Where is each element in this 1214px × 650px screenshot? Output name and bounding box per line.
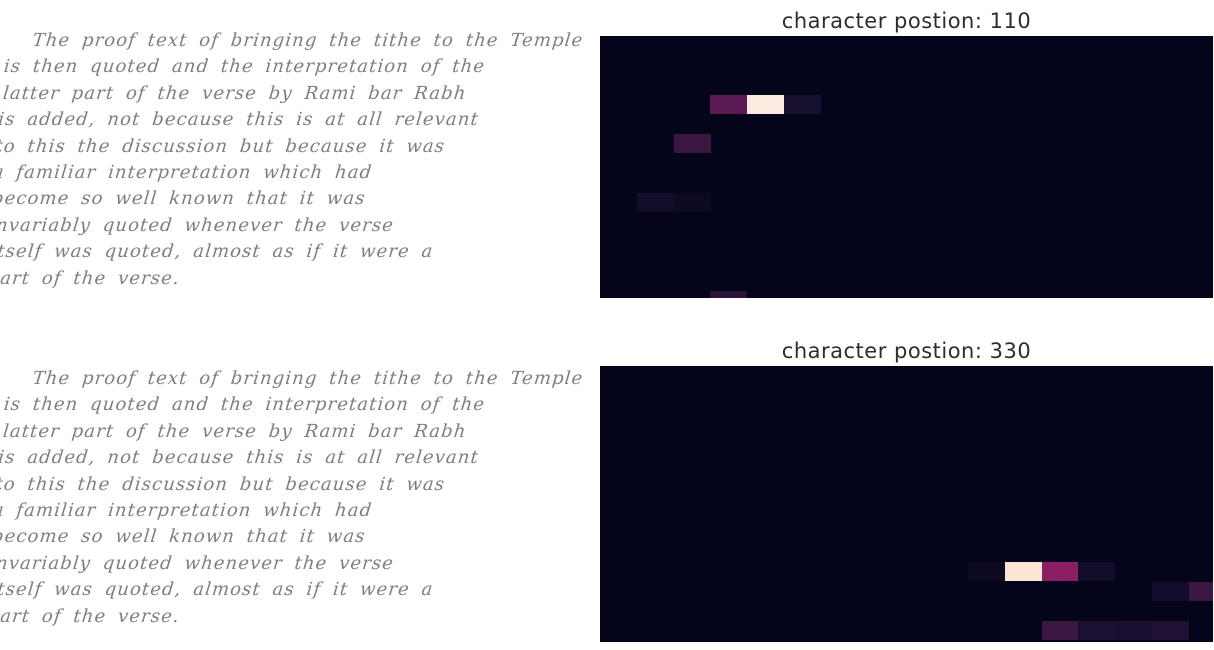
heatmap-cell: [673, 192, 711, 212]
handwriting-line: is added, not because this is at all rel…: [0, 447, 480, 469]
heatmap-cell: [1078, 620, 1116, 640]
handwriting-text: The proof text of bringing the tithe to …: [0, 28, 598, 292]
handwriting-line: part of the verse.: [0, 267, 181, 289]
handwriting-line: is then quoted and the interpretation of…: [2, 394, 487, 416]
handwriting-line: a familiar interpretation which had: [0, 500, 374, 522]
handwriting-line: to this the discussion but because it wa…: [0, 135, 447, 157]
handwriting-line: is added, not because this is at all rel…: [0, 109, 480, 131]
handwriting-line: a familiar interpretation which had: [0, 162, 374, 184]
heatmap-cell: [1152, 581, 1189, 601]
heatmap-cell: [1115, 620, 1153, 640]
heatmap-cell: [968, 562, 1005, 581]
handwriting-line: The proof text of bringing the tithe to …: [31, 30, 585, 51]
heatmap-cell: [710, 94, 748, 114]
handwriting-line: become so well known that it was: [0, 526, 367, 548]
heatmap-cell: [1152, 620, 1189, 640]
attention-heatmap: [600, 36, 1213, 298]
heatmap-cell: [710, 290, 748, 298]
heatmap-caption: character postion: 110: [781, 9, 1032, 33]
heatmap-cell: [784, 94, 821, 114]
handwriting-line: latter part of the verse by Rami bar Rab…: [2, 82, 468, 104]
handwriting-line: is then quoted and the interpretation of…: [2, 56, 487, 78]
handwriting-line: invariably quoted whenever the verse: [0, 552, 396, 574]
handwriting-line: itself was quoted, almost as if it were …: [0, 579, 435, 601]
handwriting-line: latter part of the verse by Rami bar Rab…: [2, 420, 468, 442]
heatmap-cell: [636, 192, 674, 212]
heatmap-caption: character postion: 330: [781, 339, 1032, 363]
handwriting-text: The proof text of bringing the tithe to …: [0, 366, 598, 630]
handwriting-line: become so well known that it was: [0, 188, 367, 210]
heatmap-cell: [1078, 562, 1116, 581]
handwriting-line: The proof text of bringing the tithe to …: [31, 368, 585, 389]
attention-panel-1: The proof text of bringing the tithe to …: [0, 0, 1214, 320]
heatmap-cell: [1004, 562, 1042, 581]
handwriting-line: part of the verse.: [0, 605, 181, 627]
heatmap-cell: [1041, 620, 1079, 640]
heatmap-cell: [1188, 581, 1213, 601]
heatmap-cell: [1041, 562, 1079, 581]
heatmap-cell: [673, 134, 711, 153]
handwriting-line: itself was quoted, almost as if it were …: [0, 241, 435, 263]
handwriting-line: invariably quoted whenever the verse: [0, 214, 396, 236]
heatmap-cell: [747, 94, 785, 114]
handwriting-line: to this the discussion but because it wa…: [0, 473, 447, 495]
attention-heatmap: [600, 366, 1213, 642]
attention-panel-2: The proof text of bringing the tithe to …: [0, 330, 1214, 650]
